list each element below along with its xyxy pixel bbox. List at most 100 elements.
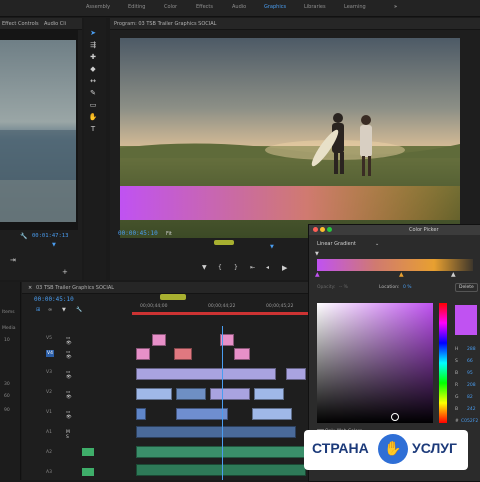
- audio-clip[interactable]: [136, 446, 306, 458]
- graphic-clip[interactable]: [234, 348, 250, 360]
- linked-selection-icon[interactable]: ∞: [48, 307, 52, 313]
- timeline-tracks[interactable]: [132, 326, 312, 480]
- workspace-tab-libraries[interactable]: Libraries: [304, 4, 326, 10]
- source-monitor-frame: [0, 30, 78, 230]
- close-icon[interactable]: ×: [28, 282, 32, 294]
- zoom-icon[interactable]: [327, 227, 332, 232]
- color-field-cursor[interactable]: [391, 413, 399, 421]
- workspace-tab-effects[interactable]: Effects: [196, 4, 213, 10]
- color-field-r-label: R: [455, 383, 459, 388]
- hue-slider[interactable]: [439, 303, 447, 423]
- hex-value[interactable]: C052F2: [461, 419, 478, 424]
- fit-dropdown[interactable]: Fit: [166, 231, 172, 237]
- tab-audio-clip-mixer[interactable]: Audio Cli: [44, 18, 66, 30]
- source-playhead-icon[interactable]: ▼: [52, 242, 56, 248]
- step-back-button[interactable]: ◂: [266, 264, 269, 271]
- workspace-tab-assembly[interactable]: Assembly: [86, 4, 110, 10]
- location-value[interactable]: 0 %: [403, 285, 412, 290]
- workspace-tab-learning[interactable]: Learning: [344, 4, 366, 10]
- minimize-icon[interactable]: [320, 227, 325, 232]
- graphic-clip[interactable]: [152, 334, 166, 346]
- color-stop-icon[interactable]: ▲: [315, 271, 320, 278]
- video-clip[interactable]: [176, 388, 206, 400]
- ruler-label: 00;00;45;22: [266, 304, 294, 309]
- workspace-tab-audio[interactable]: Audio: [232, 4, 246, 10]
- rectangle-tool-icon[interactable]: ▭: [88, 100, 98, 110]
- video-clip[interactable]: [176, 408, 228, 420]
- meter-label: 10: [4, 338, 10, 343]
- pen-tool-icon[interactable]: ✎: [88, 88, 98, 98]
- audio-clip[interactable]: [136, 464, 306, 476]
- wrench-icon[interactable]: 🔧: [76, 307, 82, 313]
- track-select-tool-icon[interactable]: ⇶: [88, 40, 98, 50]
- ripple-edit-tool-icon[interactable]: ✚: [88, 52, 98, 62]
- program-playhead-icon[interactable]: ▼: [270, 244, 274, 250]
- color-stop-icon[interactable]: ▲: [451, 271, 456, 278]
- audio-clip[interactable]: [136, 426, 296, 438]
- project-label: Media: [2, 326, 16, 331]
- hex-label: #: [455, 419, 459, 424]
- color-field-g-value[interactable]: 82: [467, 395, 473, 400]
- playhead-line[interactable]: [222, 326, 223, 480]
- color-field-b-label: B: [455, 371, 459, 376]
- color-field-blue-label: B: [455, 407, 459, 412]
- video-clip[interactable]: [254, 388, 284, 400]
- meter-label: 60: [4, 394, 10, 399]
- mark-out-button[interactable]: }: [234, 264, 238, 271]
- play-button[interactable]: ▶: [282, 264, 287, 272]
- color-field-s-value[interactable]: 66: [467, 359, 473, 364]
- tab-effect-controls[interactable]: Effect Controls: [2, 18, 39, 30]
- mark-in-button[interactable]: {: [218, 264, 222, 271]
- more-workspaces-icon[interactable]: »: [394, 4, 397, 10]
- color-field-h-value[interactable]: 288: [467, 347, 476, 352]
- add-icon[interactable]: +: [62, 268, 68, 276]
- program-panel-header: Program: 03 TSB Trailer Graphics SOCIAL: [110, 18, 480, 30]
- workspace-tab-color[interactable]: Color: [164, 4, 177, 10]
- ruler-label: 00;00;44;22: [208, 304, 236, 309]
- razor-tool-icon[interactable]: ◆: [88, 64, 98, 74]
- video-clip[interactable]: [286, 368, 306, 380]
- chevron-down-icon[interactable]: ⌄: [375, 241, 379, 247]
- type-tool-icon[interactable]: T: [88, 124, 98, 134]
- color-swatch: [455, 305, 477, 335]
- mark-in-icon[interactable]: ⇥: [10, 256, 16, 264]
- video-clip[interactable]: [136, 408, 146, 420]
- mute-button[interactable]: [82, 468, 94, 476]
- color-field-blue-value[interactable]: 242: [467, 407, 476, 412]
- workspace-tab-editing[interactable]: Editing: [128, 4, 145, 10]
- close-icon[interactable]: [313, 227, 318, 232]
- program-marker-clip[interactable]: [214, 240, 234, 245]
- workspace-bar: Assembly Editing Color Effects Audio Gra…: [0, 0, 480, 17]
- graphic-clip[interactable]: [174, 348, 192, 360]
- video-clip[interactable]: [252, 408, 292, 420]
- selection-tool-icon[interactable]: ➤: [88, 28, 98, 38]
- wrench-icon[interactable]: 🔧: [20, 233, 27, 240]
- mute-button[interactable]: [82, 448, 94, 456]
- work-area-bar[interactable]: [160, 294, 186, 300]
- hand-tool-icon[interactable]: ✋: [88, 112, 98, 122]
- timeline-ruler[interactable]: 00;00;44;00 00;00;44;22 00;00;45;22: [132, 292, 312, 316]
- graphic-clip[interactable]: [136, 348, 150, 360]
- delete-button[interactable]: Delete: [455, 283, 478, 292]
- color-field-r-value[interactable]: 208: [467, 383, 476, 388]
- workspace-tab-graphics[interactable]: Graphics: [264, 4, 286, 10]
- slip-tool-icon[interactable]: ↔: [88, 76, 98, 86]
- color-field-b-value[interactable]: 95: [467, 371, 473, 376]
- snap-icon[interactable]: ⊞: [36, 307, 40, 313]
- color-field[interactable]: [317, 303, 433, 423]
- video-clip[interactable]: [210, 388, 250, 400]
- add-marker-icon[interactable]: ▼: [62, 307, 66, 313]
- source-panel-header: Effect Controls Audio Cli: [0, 18, 82, 30]
- gradient-ramp[interactable]: [317, 259, 473, 271]
- ruler-label: 00;00;44;00: [140, 304, 168, 309]
- marker-icon[interactable]: ▼: [202, 264, 207, 271]
- color-stop-icon[interactable]: ▲: [399, 271, 404, 278]
- color-field-h-label: H: [455, 347, 459, 352]
- gradient-mode-dropdown[interactable]: Linear Gradient: [317, 241, 356, 247]
- meter-label: 90: [4, 408, 10, 413]
- go-to-in-button[interactable]: ⇤: [250, 264, 255, 271]
- video-clip[interactable]: [136, 388, 172, 400]
- video-clip[interactable]: [136, 368, 276, 380]
- render-bar: [132, 312, 312, 315]
- opacity-stop-icon[interactable]: ▼: [315, 251, 319, 257]
